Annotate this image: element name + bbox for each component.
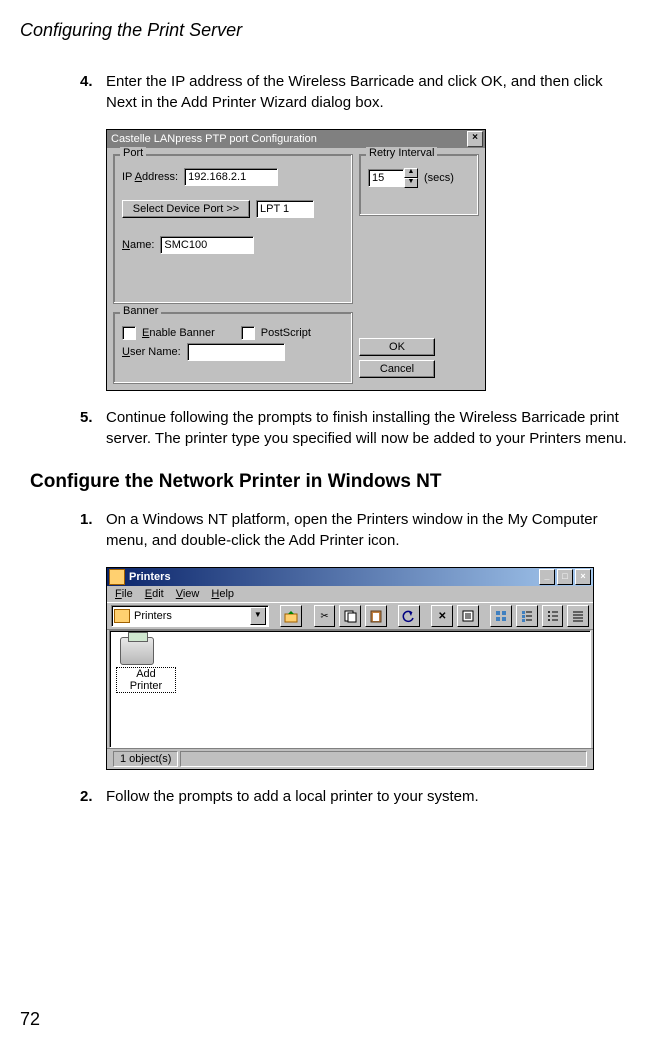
close-icon[interactable]: × [467, 131, 483, 147]
client-area: Add Printer [109, 630, 591, 748]
group-title-banner: Banner [120, 305, 161, 317]
retry-spinner[interactable]: ▲▼ [404, 168, 418, 188]
secs-label: (secs) [424, 172, 454, 184]
maximize-icon[interactable]: □ [557, 569, 573, 585]
step-text: On a Windows NT platform, open the Print… [106, 509, 630, 551]
undo-button[interactable] [398, 605, 420, 627]
address-combo[interactable]: Printers ▼ [111, 605, 269, 627]
printers-window: Printers _ □ × File Edit View Help Print… [106, 567, 594, 770]
copy-button[interactable] [339, 605, 361, 627]
window-title: Printers [129, 571, 539, 583]
lpt-display: LPT 1 [256, 200, 314, 218]
ip-input[interactable]: 192.168.2.1 [184, 168, 278, 186]
cancel-button[interactable]: Cancel [359, 360, 435, 378]
paste-button[interactable] [365, 605, 387, 627]
statusbar: 1 object(s) [107, 748, 593, 769]
step-2: 2. Follow the prompts to add a local pri… [80, 786, 630, 807]
postscript-checkbox[interactable] [241, 326, 255, 340]
small-icons-button[interactable] [516, 605, 538, 627]
details-icon [571, 609, 585, 623]
add-printer-item[interactable]: Add Printer [116, 637, 176, 693]
delete-button[interactable]: ✕ [431, 605, 453, 627]
step-4: 4. Enter the IP address of the Wireless … [80, 71, 630, 113]
enable-banner-checkbox[interactable] [122, 326, 136, 340]
up-one-level-button[interactable] [280, 605, 302, 627]
ok-button[interactable]: OK [359, 338, 435, 356]
user-name-label: User Name: [122, 346, 181, 358]
scissors-icon: ✂ [320, 611, 328, 622]
page-number: 72 [20, 1009, 40, 1030]
menubar: File Edit View Help [107, 586, 593, 602]
large-icons-button[interactable] [490, 605, 512, 627]
toolbar: Printers ▼ ✂ ✕ [107, 602, 593, 630]
folder-icon [114, 609, 130, 623]
list-button[interactable] [542, 605, 564, 627]
step-number: 4. [80, 71, 106, 113]
dialog-title: Castelle LANpress PTP port Configuration [109, 133, 467, 145]
step-text: Enter the IP address of the Wireless Bar… [106, 71, 630, 113]
status-text: 1 object(s) [113, 751, 178, 767]
user-name-input[interactable] [187, 343, 285, 361]
large-icons-icon [494, 609, 508, 623]
name-input[interactable]: SMC100 [160, 236, 254, 254]
page-header: Configuring the Print Server [20, 20, 630, 41]
delete-icon: ✕ [438, 611, 446, 622]
step-text: Follow the prompts to add a local printe… [106, 786, 630, 807]
small-icons-icon [520, 609, 534, 623]
menu-edit[interactable]: Edit [145, 588, 164, 600]
select-device-port-button[interactable]: Select Device Port >> [122, 200, 250, 218]
titlebar: Castelle LANpress PTP port Configuration… [107, 130, 485, 148]
ip-label: IP Address: [122, 171, 178, 183]
paste-icon [369, 609, 383, 623]
properties-icon [461, 609, 475, 623]
step-text: Continue following the prompts to finish… [106, 407, 630, 449]
retry-group: Retry Interval 15 ▲▼ (secs) [359, 154, 479, 216]
printers-folder-icon [109, 569, 125, 585]
undo-icon [402, 609, 416, 623]
section-heading: Configure the Network Printer in Windows… [30, 471, 630, 493]
config-dialog: Castelle LANpress PTP port Configuration… [106, 129, 486, 391]
step-number: 2. [80, 786, 106, 807]
cut-button[interactable]: ✂ [314, 605, 336, 627]
properties-button[interactable] [457, 605, 479, 627]
step-5: 5. Continue following the prompts to fin… [80, 407, 630, 449]
window-titlebar: Printers _ □ × [107, 568, 593, 586]
port-group: Port IP Address: 192.168.2.1 Select Devi… [113, 154, 353, 304]
menu-file[interactable]: File [115, 588, 133, 600]
group-title-port: Port [120, 147, 146, 159]
retry-input[interactable]: 15 [368, 169, 404, 187]
menu-view[interactable]: View [176, 588, 200, 600]
chevron-down-icon[interactable]: ▼ [250, 607, 266, 625]
banner-group: Banner Enable Banner PostScript User Nam… [113, 312, 353, 384]
printer-icon [120, 637, 154, 665]
minimize-icon[interactable]: _ [539, 569, 555, 585]
step-1: 1. On a Windows NT platform, open the Pr… [80, 509, 630, 551]
step-number: 5. [80, 407, 106, 449]
menu-help[interactable]: Help [211, 588, 234, 600]
list-icon [546, 609, 560, 623]
address-text: Printers [134, 610, 172, 622]
step-number: 1. [80, 509, 106, 551]
add-printer-label: Add Printer [116, 667, 176, 693]
group-title-retry: Retry Interval [366, 147, 437, 159]
enable-banner-label: Enable Banner [142, 327, 215, 339]
close-icon[interactable]: × [575, 569, 591, 585]
name-label: Name: [122, 239, 154, 251]
postscript-label: PostScript [261, 327, 311, 339]
up-folder-icon [284, 609, 298, 623]
copy-icon [343, 609, 357, 623]
details-button[interactable] [567, 605, 589, 627]
